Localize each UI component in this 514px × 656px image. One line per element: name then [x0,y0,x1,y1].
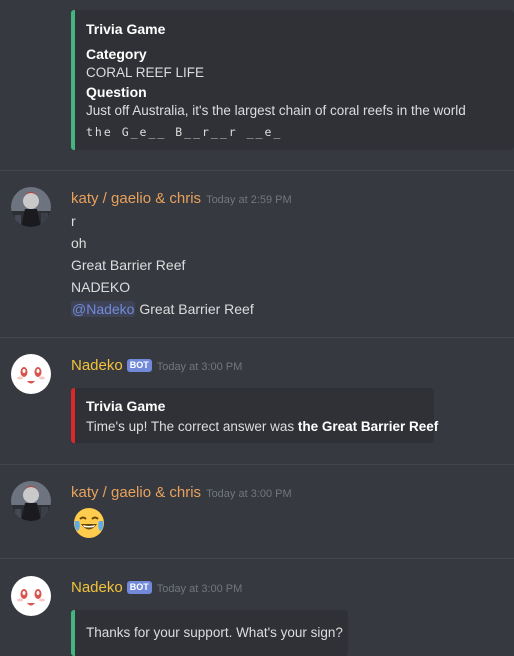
trivia-answer-embed: Trivia Game Time's up! The correct answe… [71,388,438,443]
message-text: r [71,213,76,229]
message-divider [0,558,514,559]
message-header: Nadeko BOT Today at 3:00 PM [71,356,242,377]
timestamp: Today at 2:59 PM [206,194,292,206]
nadeko-avatar-icon[interactable] [11,354,51,394]
message-divider [0,464,514,465]
embed-color-bar [71,10,75,150]
support-embed: Thanks for your support. What's your sig… [71,610,348,656]
message-divider [0,337,514,338]
answer-hint: the G_e__ B__r__r __e_ [86,125,283,139]
category-label: Category [86,46,147,62]
embed-text: Time's up! The correct answer was [86,419,298,434]
question-label: Question [86,84,147,100]
trivia-question-embed: Trivia Game Category CORAL REEF LIFE Que… [71,10,514,150]
katy-avatar-icon[interactable] [11,187,51,227]
embed-description: Thanks for your support. What's your sig… [86,625,343,640]
message-text: @Nadeko Great Barrier Reef [71,299,254,319]
embed-title: Trivia Game [86,398,166,414]
message-text: Great Barrier Reef [71,257,186,273]
message-text: oh [71,235,87,251]
question-value: Just off Australia, it's the largest cha… [86,103,466,118]
nadeko-avatar-icon[interactable] [11,576,51,616]
embed-color-bar [71,610,75,656]
embed-color-bar [71,388,75,443]
bot-tag: BOT [126,359,152,372]
message-divider [0,170,514,171]
chat-messages: Trivia Game Category CORAL REEF LIFE Que… [0,0,514,656]
timestamp: Today at 3:00 PM [156,583,243,595]
timestamp: Today at 3:00 PM [206,488,292,500]
username[interactable]: Nadeko [71,579,123,596]
message-header: Nadeko BOT Today at 3:00 PM [71,578,242,599]
mention-text: Great Barrier Reef [135,301,254,317]
message-header: katy / gaelio & chris Today at 2:59 PM [71,189,292,210]
username[interactable]: Nadeko [71,357,123,374]
katy-avatar-icon[interactable] [11,481,51,521]
message-text: NADEKO [71,279,131,295]
embed-title: Trivia Game [86,21,166,37]
bot-tag: BOT [126,581,152,594]
mention-nadeko[interactable]: @Nadeko [71,301,136,317]
message-header: katy / gaelio & chris Today at 3:00 PM [71,483,292,504]
timestamp: Today at 3:00 PM [156,361,243,373]
username[interactable]: katy / gaelio & chris [71,484,201,501]
username[interactable]: katy / gaelio & chris [71,190,201,207]
category-value: CORAL REEF LIFE [86,65,205,80]
correct-answer: the Great Barrier Reef [297,419,439,434]
joy-emoji-icon[interactable] [73,507,105,539]
embed-description: Time's up! The correct answer was the Gr… [86,417,438,437]
